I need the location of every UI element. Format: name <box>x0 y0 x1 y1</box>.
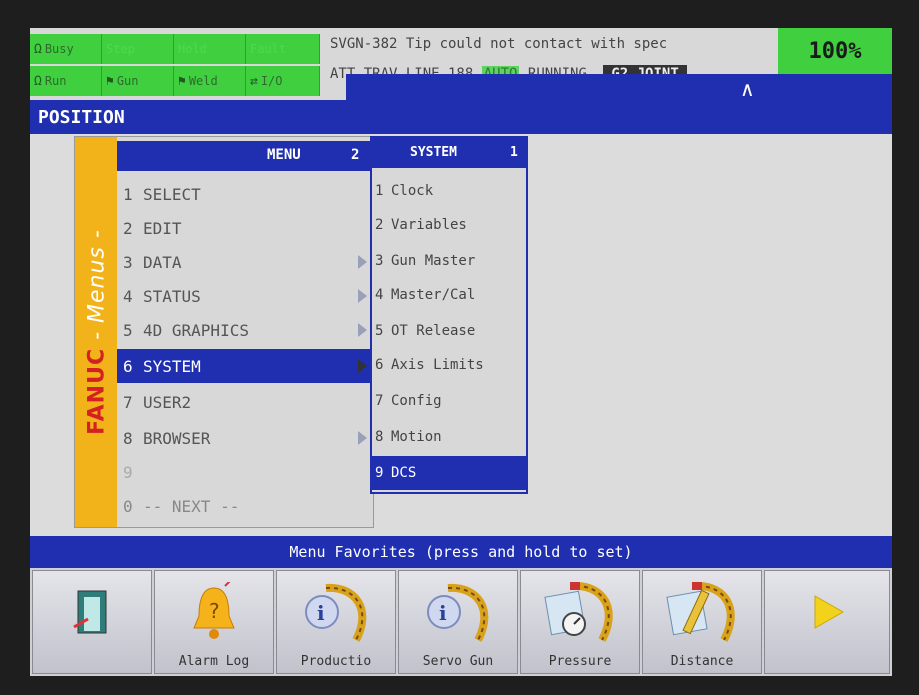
status-strip <box>346 74 892 100</box>
alarm-bell-icon: ? <box>155 577 273 647</box>
fav-button-exit[interactable] <box>32 570 152 674</box>
main-menu-number: 2 <box>351 147 360 163</box>
menu-item-browser[interactable]: 8 BROWSER <box>117 421 373 455</box>
status-bar: Ω Busy Step Hold Fault Ω Run ⚑ Gun ⚑ Weld ⇄ I… <box>30 28 892 101</box>
fav-button-production[interactable]: i Productio <box>276 570 396 674</box>
info-gun-icon: i <box>277 577 395 647</box>
submenu-item-dcs[interactable]: 9 DCS <box>372 456 526 490</box>
system-submenu-header: SYSTEM 1 <box>372 138 526 168</box>
submenu-item-config[interactable]: 7 Config <box>372 384 526 418</box>
run-icon: Ω <box>34 73 42 89</box>
door-exit-icon <box>33 577 151 647</box>
weld-icon: ⚑ <box>178 73 186 89</box>
submenu-arrow-icon <box>358 359 367 373</box>
teach-pendant-screen: Ω Busy Step Hold Fault Ω Run ⚑ Gun ⚑ Weld ⇄ I… <box>30 28 892 676</box>
favorites-bar: Menu Favorites (press and hold to set) <box>30 536 892 568</box>
system-submenu-number: 1 <box>510 145 518 160</box>
fav-button-servo-gun[interactable]: i Servo Gun <box>398 570 518 674</box>
info-gun-icon: i <box>399 577 517 647</box>
system-submenu-title: SYSTEM <box>410 145 457 160</box>
indicator-run: Ω Run <box>30 66 102 96</box>
submenu-item-gun-master[interactable]: 3 Gun Master <box>372 244 526 278</box>
menu-item-next[interactable]: 0 -- NEXT -- <box>117 489 373 523</box>
fav-button-alarm-log[interactable]: ? Alarm Log <box>154 570 274 674</box>
fanuc-logo: FANUC - Menus - <box>84 229 110 435</box>
submenu-item-axis-limits[interactable]: 6 Axis Limits <box>372 348 526 382</box>
system-submenu: SYSTEM 1 1 Clock 2 Variables 3 Gun Master 4… <box>370 136 528 494</box>
fav-button-pressure[interactable]: Pressure <box>520 570 640 674</box>
status-indicators: Ω Busy Step Hold Fault Ω Run ⚑ Gun ⚑ Weld ⇄ I… <box>30 28 320 100</box>
busy-icon: Ω <box>34 41 42 57</box>
pendant-bezel: Ω Busy Step Hold Fault Ω Run ⚑ Gun ⚑ Weld ⇄ I… <box>0 0 919 695</box>
submenu-arrow-icon <box>358 431 367 445</box>
main-menu: FANUC - Menus - MENU 2 1 SELECT 2 EDIT 3 DA… <box>74 136 374 528</box>
menu-item-select[interactable]: 1 SELECT <box>117 177 373 211</box>
menu-item-9[interactable]: 9 <box>117 455 373 489</box>
indicator-io: ⇄ I/O <box>246 66 320 96</box>
distance-ruler-icon <box>643 577 761 647</box>
submenu-item-ot-release[interactable]: 5 OT Release <box>372 314 526 348</box>
indicator-step: Step <box>102 34 174 64</box>
submenu-arrow-icon <box>358 255 367 269</box>
menu-item-status[interactable]: 4 STATUS <box>117 279 373 313</box>
fav-button-next[interactable] <box>764 570 890 674</box>
submenu-item-motion[interactable]: 8 Motion <box>372 420 526 454</box>
alarm-message: SVGN-382 Tip could not contact with spec <box>330 36 668 52</box>
override-percent[interactable]: 100% <box>778 28 892 74</box>
io-icon: ⇄ <box>250 73 258 89</box>
fanuc-menus-band: FANUC - Menus - <box>75 137 117 527</box>
svg-text:i: i <box>439 601 447 625</box>
menu-item-data[interactable]: 3 DATA <box>117 245 373 279</box>
submenu-item-variables[interactable]: 2 Variables <box>372 208 526 242</box>
gun-icon: ⚑ <box>106 73 114 89</box>
svg-text:i: i <box>317 601 325 625</box>
indicator-busy: Ω Busy <box>30 34 102 64</box>
chevron-up-icon[interactable]: ∧ <box>740 77 755 101</box>
fav-button-distance[interactable]: Distance <box>642 570 762 674</box>
submenu-item-clock[interactable]: 1 Clock <box>372 174 526 208</box>
indicator-weld: ⚑ Weld <box>174 66 246 96</box>
favorites-row: ? Alarm Log i Productio i Servo Gun Pres… <box>30 568 892 676</box>
page-title: POSITION <box>30 100 892 134</box>
pressure-gauge-icon <box>521 577 639 647</box>
main-menu-header: MENU 2 <box>117 141 373 171</box>
indicator-hold: Hold <box>174 34 246 64</box>
main-menu-title: MENU <box>267 147 301 163</box>
submenu-arrow-icon <box>358 323 367 337</box>
svg-text:?: ? <box>209 599 220 623</box>
submenu-arrow-icon <box>358 289 367 303</box>
submenu-item-master-cal[interactable]: 4 Master/Cal <box>372 278 526 312</box>
indicator-gun: ⚑ Gun <box>102 66 174 96</box>
menu-item-4d-graphics[interactable]: 5 4D GRAPHICS <box>117 313 373 347</box>
indicator-fault: Fault <box>246 34 320 64</box>
menu-item-user2[interactable]: 7 USER2 <box>117 385 373 419</box>
menu-item-edit[interactable]: 2 EDIT <box>117 211 373 245</box>
next-arrow-icon <box>765 577 889 647</box>
menu-item-system[interactable]: 6 SYSTEM <box>117 349 373 383</box>
